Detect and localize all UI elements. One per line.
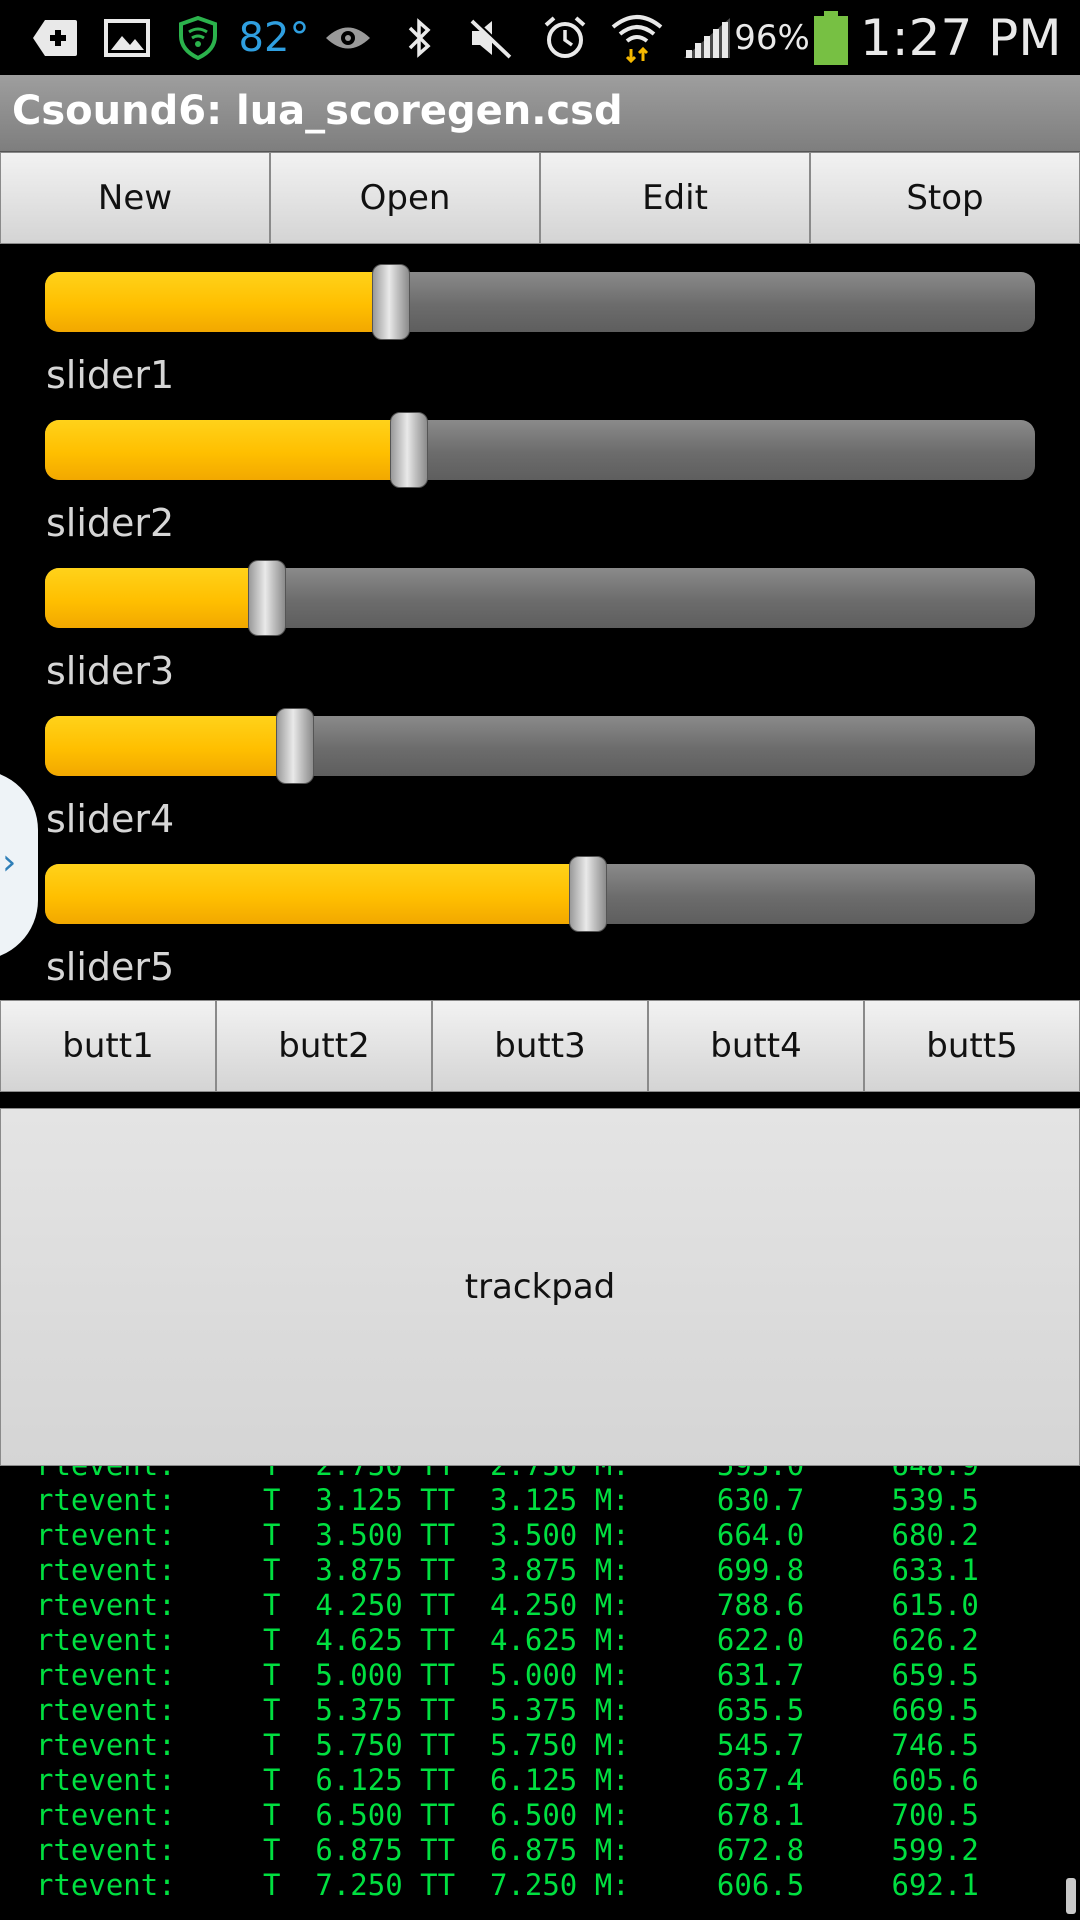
- console-line: rtevent: T 6.125 TT 6.125 M: 637.4 605.6: [36, 1763, 979, 1797]
- console-output[interactable]: rtevent: T 2.750 TT 2.750 M: 595.0 648.9…: [0, 1466, 1080, 1920]
- console-line: rtevent: T 6.875 TT 6.875 M: 672.8 599.2: [36, 1833, 979, 1867]
- slider2-thumb[interactable]: [390, 412, 429, 488]
- console-line: rtevent: T 5.375 TT 5.375 M: 635.5 669.5: [36, 1693, 979, 1727]
- new-button[interactable]: New: [0, 152, 270, 244]
- butt2-button[interactable]: butt2: [216, 1000, 432, 1092]
- butt5-button[interactable]: butt5: [864, 1000, 1080, 1092]
- alarm-icon: [540, 0, 590, 75]
- slider1-thumb[interactable]: [371, 264, 410, 340]
- slider5-fill: [45, 864, 588, 924]
- slider3-fill: [45, 568, 267, 628]
- console-line: rtevent: T 3.875 TT 3.875 M: 699.8 633.1: [36, 1553, 979, 1587]
- mute-icon: [466, 0, 516, 75]
- slider2-fill: [45, 420, 410, 480]
- slider5[interactable]: [45, 856, 1035, 932]
- slider4-track[interactable]: [45, 716, 1035, 776]
- eye-icon: [322, 0, 374, 75]
- wifi-icon: [608, 0, 666, 75]
- console-line: rtevent: T 5.000 TT 5.000 M: 631.7 659.5: [36, 1658, 979, 1692]
- title-bar: Csound6: lua_scoregen.csd: [0, 75, 1080, 153]
- signal-icon: [680, 0, 734, 75]
- console-line: rtevent: T 4.625 TT 4.625 M: 622.0 626.2: [36, 1623, 979, 1657]
- console-line: rtevent: T 4.250 TT 4.250 M: 788.6 615.0: [36, 1588, 979, 1622]
- battery-percent: 96%: [734, 17, 810, 58]
- gallery-icon: [102, 0, 152, 75]
- console-scrollbar[interactable]: [1066, 1878, 1076, 1914]
- slider4-label: slider4: [46, 797, 175, 841]
- slider3-track[interactable]: [45, 568, 1035, 628]
- slider1-label: slider1: [46, 353, 175, 397]
- slider4[interactable]: [45, 708, 1035, 784]
- slider2-label: slider2: [46, 501, 175, 545]
- slider1-fill: [45, 272, 391, 332]
- app-title: Csound6: lua_scoregen.csd: [12, 88, 623, 134]
- open-button[interactable]: Open: [270, 152, 540, 244]
- add-notification-icon: [28, 0, 82, 75]
- butt1-button[interactable]: butt1: [0, 1000, 216, 1092]
- slider3-label: slider3: [46, 649, 175, 693]
- trackpad-label: trackpad: [464, 1267, 616, 1307]
- slider3[interactable]: [45, 560, 1035, 636]
- butt4-button[interactable]: butt4: [648, 1000, 864, 1092]
- slider5-thumb[interactable]: [568, 856, 607, 932]
- butt3-button[interactable]: butt3: [432, 1000, 648, 1092]
- status-bar: 82° 96% 1:27 PM: [0, 0, 1080, 75]
- console-line: rtevent: T 7.250 TT 7.250 M: 606.5 692.1: [36, 1868, 979, 1902]
- slider4-thumb[interactable]: [276, 708, 315, 784]
- trackpad[interactable]: trackpad: [0, 1108, 1080, 1466]
- slider2-track[interactable]: [45, 420, 1035, 480]
- slider5-track[interactable]: [45, 864, 1035, 924]
- console-line: rtevent: T 3.500 TT 3.500 M: 664.0 680.2: [36, 1518, 979, 1552]
- slider1-track[interactable]: [45, 272, 1035, 332]
- clock: 1:27 PM: [860, 8, 1062, 67]
- temperature-text: 82°: [238, 14, 310, 61]
- battery-icon: [810, 0, 852, 75]
- console-line: rtevent: T 6.500 TT 6.500 M: 678.1 700.5: [36, 1798, 979, 1832]
- stop-button[interactable]: Stop: [810, 152, 1080, 244]
- edit-button[interactable]: Edit: [540, 152, 810, 244]
- shield-icon: [176, 0, 220, 75]
- button-row: butt1 butt2 butt3 butt4 butt5: [0, 1000, 1080, 1092]
- console-line: rtevent: T 5.750 TT 5.750 M: 545.7 746.5: [36, 1728, 979, 1762]
- slider3-thumb[interactable]: [247, 560, 286, 636]
- console-line: rtevent: T 3.125 TT 3.125 M: 630.7 539.5: [36, 1483, 979, 1517]
- slider4-fill: [45, 716, 296, 776]
- slider5-label: slider5: [46, 945, 175, 989]
- console-line: rtevent: T 2.750 TT 2.750 M: 595.0 648.9: [36, 1466, 979, 1483]
- chevron-right-icon[interactable]: ›: [2, 842, 16, 883]
- toolbar: New Open Edit Stop: [0, 152, 1080, 244]
- bluetooth-icon: [400, 0, 440, 75]
- slider2[interactable]: [45, 412, 1035, 488]
- slider1[interactable]: [45, 264, 1035, 340]
